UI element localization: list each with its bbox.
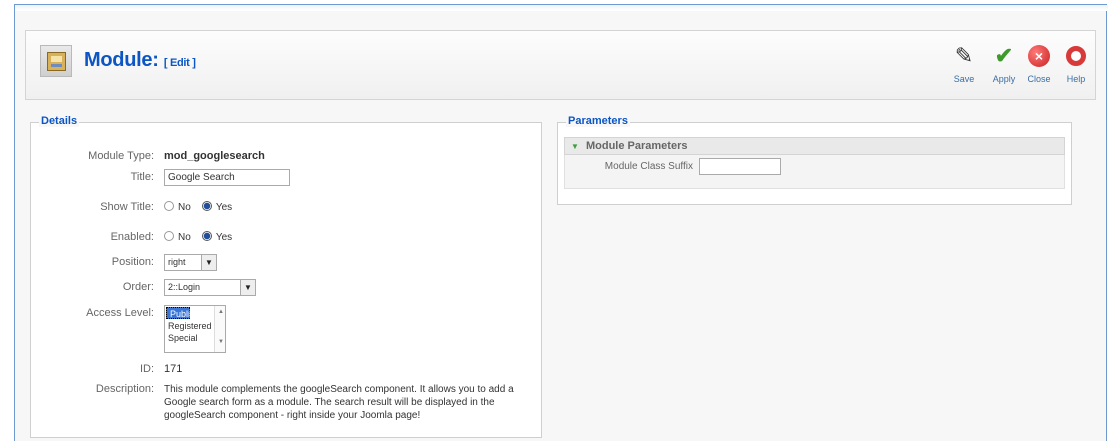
module-icon [40,45,72,77]
save-button[interactable]: ✎ Save [944,41,984,85]
access-level-row: Access Level: Public Registered Special … [31,305,541,355]
module-parameters-toggle[interactable]: ▼ Module Parameters [564,137,1065,155]
parameters-legend: Parameters [566,115,630,127]
page-title: Module: [ Edit ] [84,49,196,72]
save-icon: ✎ [954,43,974,68]
details-panel: Details Module Type: mod_googlesearch Ti… [30,115,542,438]
apply-label: Apply [992,74,1016,84]
enabled-row: Enabled: No Yes [31,229,541,247]
class-suffix-row: Module Class Suffix [564,155,1065,189]
order-label: Order: [122,281,154,293]
expand-arrow-icon: ▼ [571,142,579,151]
show-title-no-label: No [178,202,191,213]
order-value: 2::Login [168,282,201,292]
enabled-yes-label: Yes [215,232,233,243]
show-title-yes-label: Yes [215,202,233,213]
title-label: Title: [130,171,154,183]
listbox-scrollbar[interactable]: ▲ ▼ [214,306,225,352]
enabled-label: Enabled: [110,231,154,243]
show-title-label: Show Title: [100,201,154,213]
position-row: Position: right ▼ [31,254,541,272]
id-value: 171 [164,363,183,375]
module-parameters-title: Module Parameters [585,140,688,152]
id-row: ID: 171 [31,361,541,379]
access-level-label: Access Level: [86,307,154,319]
class-suffix-input[interactable] [699,158,781,175]
access-option-public[interactable]: Public [166,307,195,319]
save-label: Save [953,74,975,84]
title-row: Title: [31,169,541,187]
show-title-row: Show Title: No Yes [31,199,541,217]
show-title-yes-radio[interactable] [201,201,212,211]
access-level-listbox[interactable]: Public Registered Special ▲ ▼ [164,305,226,353]
id-label: ID: [139,363,154,375]
title-input[interactable] [164,169,290,186]
description-row: Description: This module complements the… [31,381,541,426]
position-select[interactable]: right ▼ [164,254,217,271]
order-dropdown-icon[interactable]: ▼ [240,280,255,295]
help-button[interactable]: Help [1056,41,1096,84]
module-type-label: Module Type: [88,150,154,162]
show-title-no-radio[interactable] [164,201,174,211]
description-label: Description: [95,383,154,395]
order-select[interactable]: 2::Login ▼ [164,279,256,296]
position-label: Position: [111,256,154,268]
top-strip [15,5,1108,11]
apply-check-icon: ✔ [994,43,1014,68]
position-value: right [168,257,186,267]
close-button[interactable]: × Close [1019,41,1059,84]
description-text: This module complements the googleSearch… [164,384,514,421]
header-toolbar: Module: [ Edit ] ✎ Save ✔ Apply × Close … [25,30,1096,100]
help-label: Help [1066,74,1086,84]
enabled-no-radio[interactable] [164,231,174,241]
page-subtitle: [ Edit ] [163,57,196,69]
enabled-no-label: No [178,232,191,243]
enabled-yes-radio[interactable] [201,231,212,241]
position-dropdown-icon[interactable]: ▼ [201,255,216,270]
page-title-text: Module: [84,49,159,71]
close-icon: × [1019,41,1059,71]
module-type-value: mod_googlesearch [164,150,265,162]
details-legend: Details [39,115,80,127]
help-lifebuoy-icon [1056,41,1096,71]
module-type-row: Module Type: mod_googlesearch [31,148,541,166]
apply-button[interactable]: ✔ Apply [984,41,1024,85]
order-row: Order: 2::Login ▼ [31,279,541,297]
class-suffix-label: Module Class Suffix [604,161,693,172]
parameters-panel: Parameters ▼ Module Parameters Module Cl… [557,115,1072,205]
close-label: Close [1027,74,1051,84]
